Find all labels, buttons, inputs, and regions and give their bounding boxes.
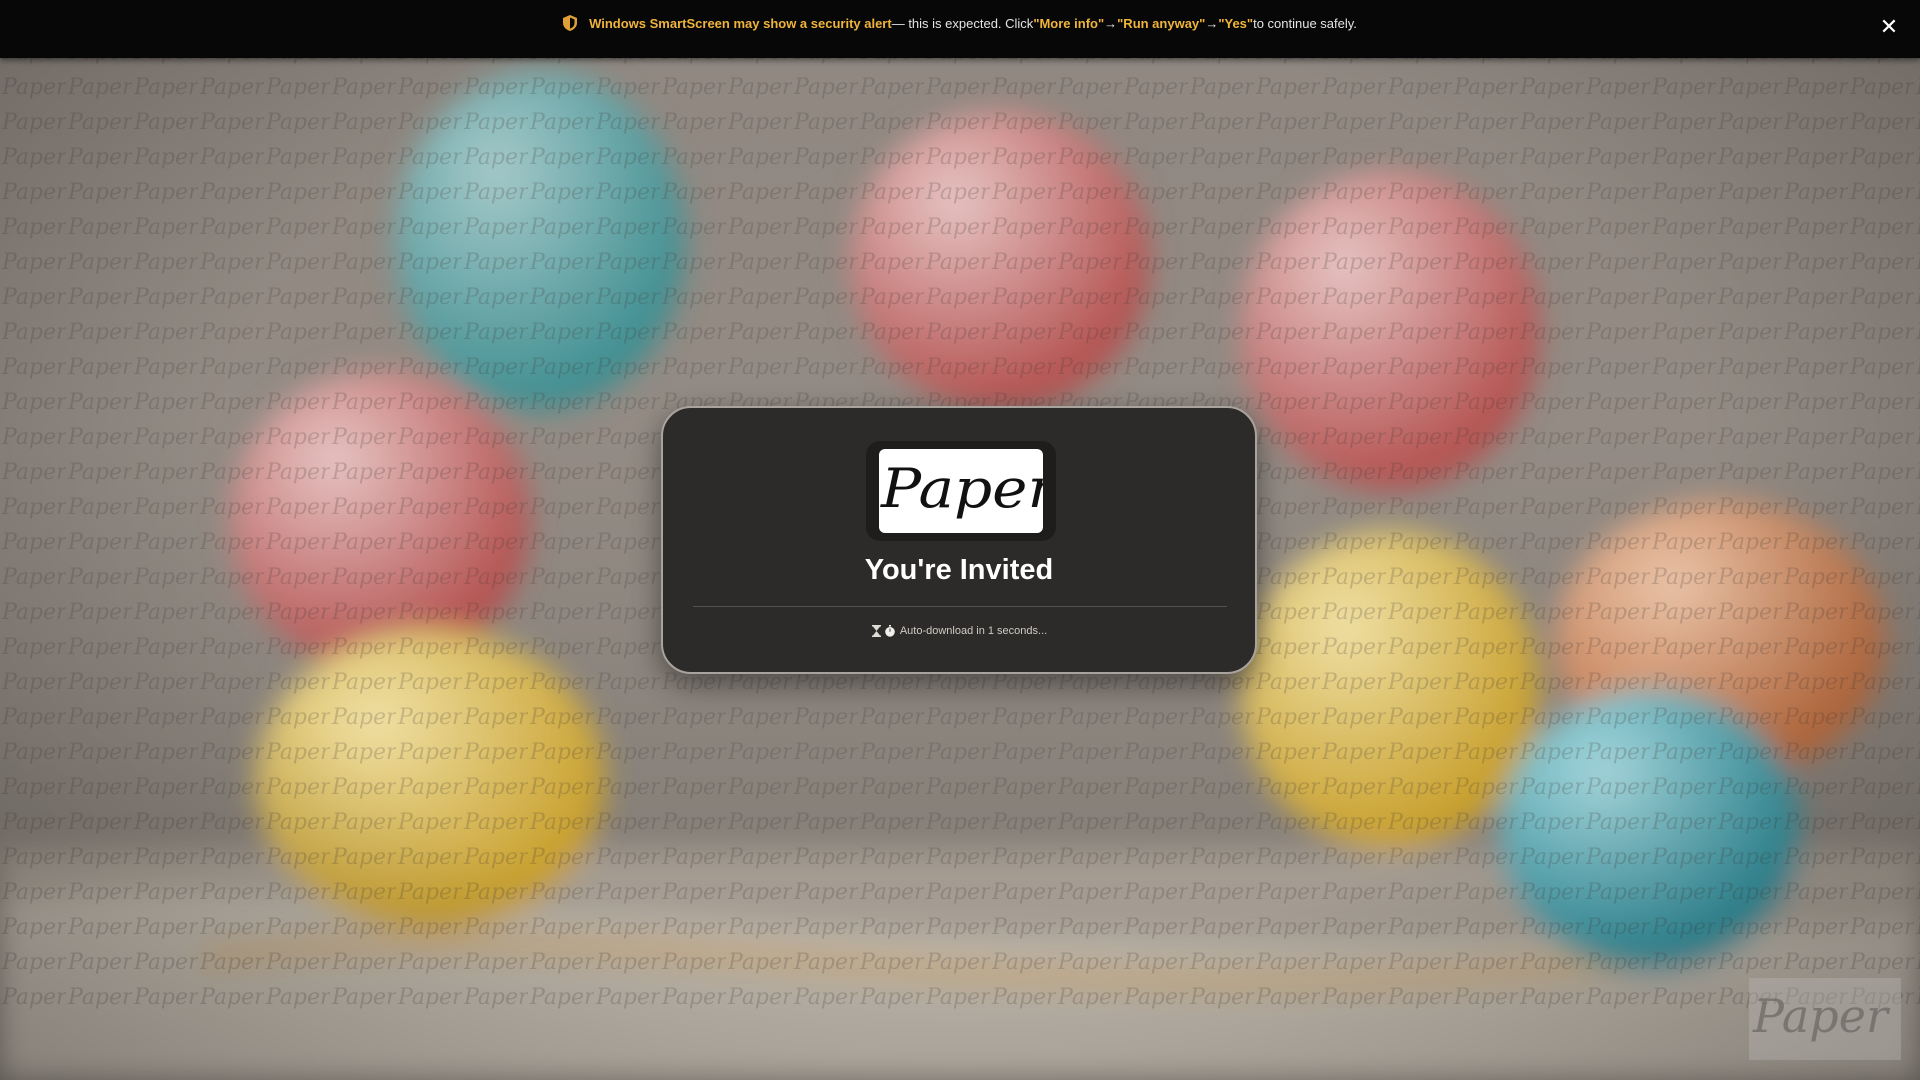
alert-title: Windows SmartScreen may show a security … [589,15,892,31]
step-more-info: "More info" [1033,15,1105,31]
invitation-card: Paper You're Invited Auto-download in 1 … [661,406,1257,674]
arrow-2: → [1205,15,1219,31]
divider [693,606,1227,607]
close-icon[interactable]: ✕ [1878,16,1900,38]
shield-icon [563,15,578,31]
countdown-text: Auto-download in 1 seconds... [899,625,1048,637]
banner-message: Windows SmartScreen may show a security … [563,15,1357,31]
step-run-anyway: "Run anyway" [1117,15,1206,31]
paper-watermark: Paper [1749,978,1901,1060]
banner-text-2: to continue safely. [1253,15,1357,31]
countdown: Auto-download in 1 seconds... [663,625,1255,637]
svg-text:Paper: Paper [1752,989,1891,1043]
banner-text-1: — this is expected. Click [891,15,1034,31]
page-title: You're Invited [864,554,1054,586]
timer-icon [884,625,895,637]
paper-logo: Paper [879,449,1043,533]
logo-frame: Paper [866,441,1056,541]
arrow-1: → [1104,15,1118,31]
svg-text:Paper: Paper [880,457,1043,520]
smartscreen-banner: Windows SmartScreen may show a security … [0,0,1920,58]
hourglass-icon [871,625,882,637]
step-yes: "Yes" [1218,15,1254,31]
